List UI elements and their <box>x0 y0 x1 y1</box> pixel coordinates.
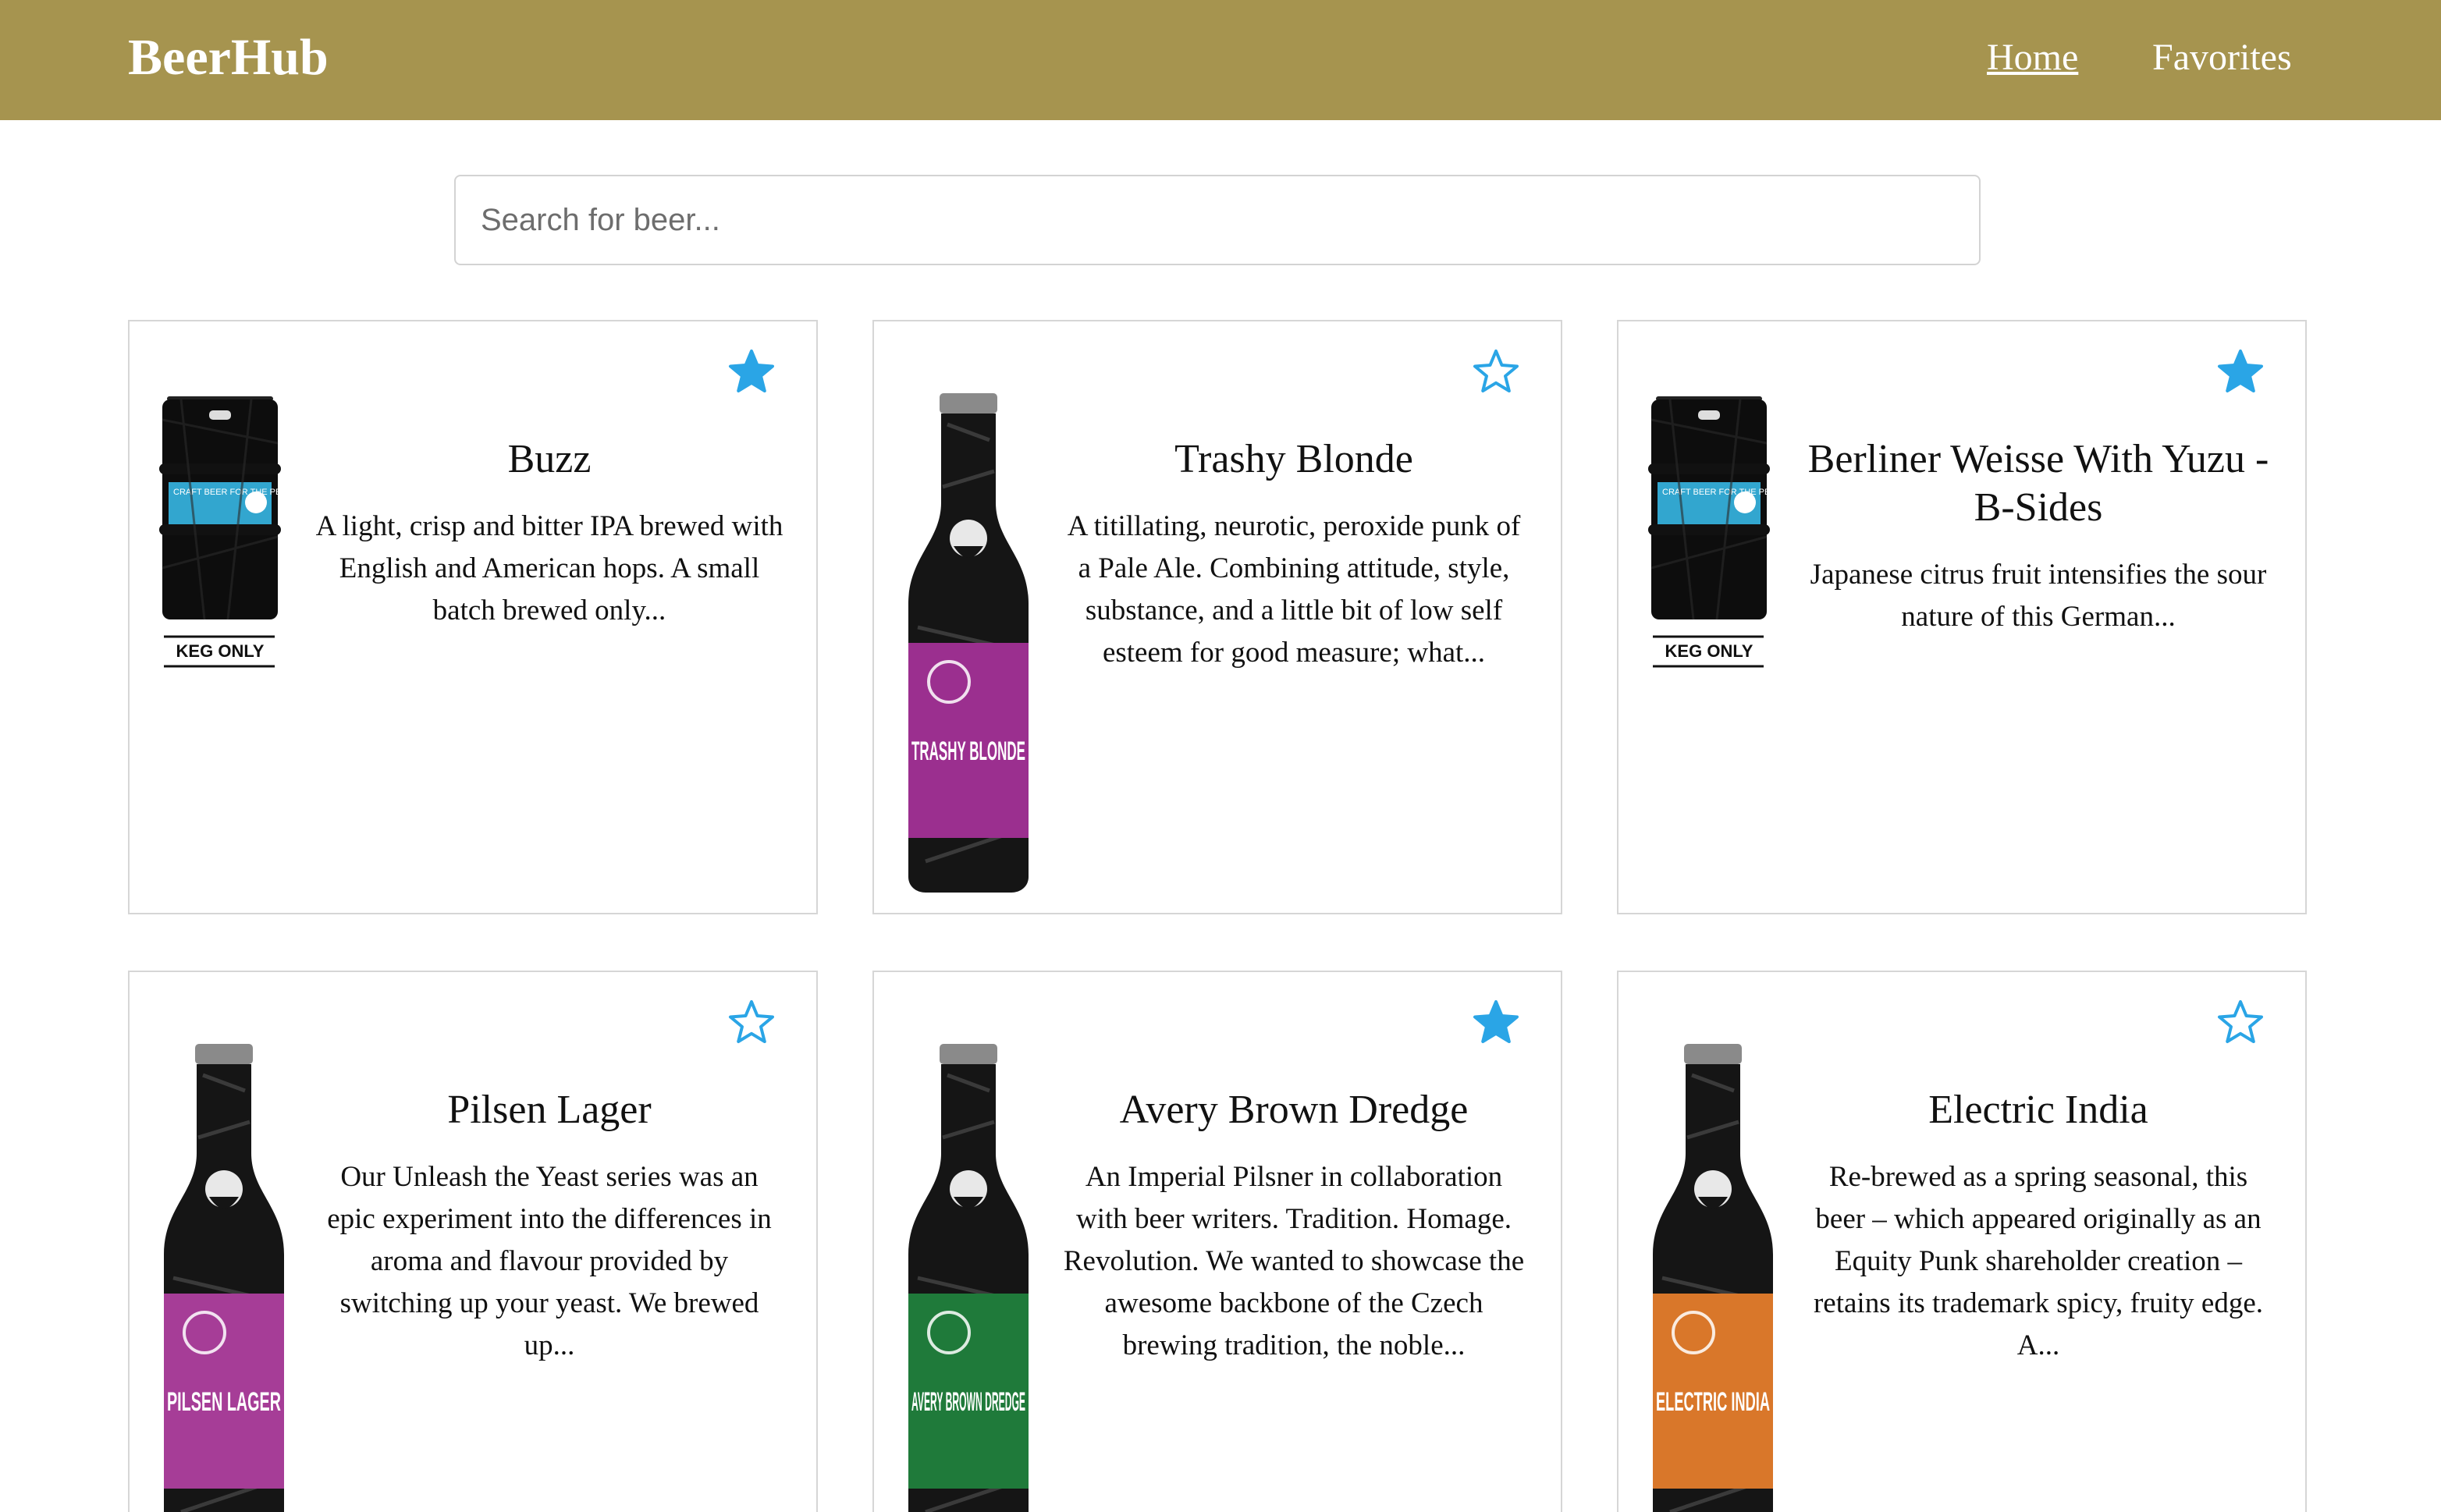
keg-image: CRAFT BEER FOR THE PEOPLEKEG ONLY <box>158 396 304 677</box>
beer-bottle-image: ELECTRIC INDIA <box>1647 1044 1779 1512</box>
card-body: Avery Brown Dredge An Imperial Pilsner in… <box>1060 1086 1528 1367</box>
beer-name[interactable]: Trashy Blonde <box>1060 435 1528 484</box>
star-outline-icon[interactable] <box>2216 999 2265 1047</box>
star-filled-icon[interactable] <box>727 348 776 396</box>
beer-name[interactable]: Electric India <box>1804 1086 2272 1134</box>
nav-home-link[interactable]: Home <box>1987 36 2078 79</box>
keg-image: CRAFT BEER FOR THE PEOPLEKEG ONLY <box>1647 396 1793 677</box>
beer-name[interactable]: Buzz <box>315 435 783 484</box>
beer-name[interactable]: Avery Brown Dredge <box>1060 1086 1528 1134</box>
keg-only-label: KEG ONLY <box>176 641 265 661</box>
beer-bottle-image: TRASHY BLONDE <box>902 393 1035 893</box>
search-input[interactable] <box>454 175 1981 265</box>
beer-name[interactable]: Pilsen Lager <box>315 1086 783 1134</box>
star-outline-icon[interactable] <box>727 999 776 1047</box>
beer-description: An Imperial Pilsner in collaboration wit… <box>1063 1161 1525 1361</box>
card-body: Buzz A light, crisp and bitter IPA brewed… <box>315 435 783 632</box>
card-body: Electric India Re-brewed as a spring seas… <box>1804 1086 2272 1367</box>
beer-description: Japanese citrus fruit intensifies the so… <box>1810 559 2267 633</box>
beer-bottle-image: PILSEN LAGER <box>158 1044 290 1512</box>
beer-description: A light, crisp and bitter IPA brewed wit… <box>315 510 783 626</box>
star-filled-icon[interactable] <box>2216 348 2265 396</box>
beer-card[interactable]: TRASHY BLONDE Trashy Blonde A titillating,… <box>872 320 1562 914</box>
card-body: Berliner Weisse With Yuzu - B-Sides Japan… <box>1804 435 2272 638</box>
bottle-label-text: AVERY BROWN DREDGE <box>911 1387 1025 1417</box>
bottle-label-text: TRASHY BLONDE <box>911 736 1025 766</box>
navbar: BeerHub Home Favorites <box>0 0 2441 120</box>
beer-card[interactable]: ELECTRIC INDIA Electric India Re-brewed as… <box>1617 971 2307 1512</box>
beer-bottle-image: AVERY BROWN DREDGE <box>902 1044 1035 1512</box>
beer-card[interactable]: CRAFT BEER FOR THE PEOPLEKEG ONLYBuzz A l… <box>128 320 818 914</box>
star-filled-icon[interactable] <box>1472 999 1520 1047</box>
beer-card[interactable]: AVERY BROWN DREDGE Avery Brown Dredge An I… <box>872 971 1562 1512</box>
beer-description: Our Unleash the Yeast series was an epic… <box>327 1161 772 1361</box>
keg-only-label: KEG ONLY <box>1665 641 1753 661</box>
card-body: Trashy Blonde A titillating, neurotic, pe… <box>1060 435 1528 674</box>
beer-card[interactable]: CRAFT BEER FOR THE PEOPLEKEG ONLYBerline… <box>1617 320 2307 914</box>
bottle-label-text: ELECTRIC INDIA <box>1656 1387 1770 1417</box>
nav-favorites-link[interactable]: Favorites <box>2152 36 2292 79</box>
star-outline-icon[interactable] <box>1472 348 1520 396</box>
bottle-label-text: PILSEN LAGER <box>167 1387 281 1417</box>
card-body: Pilsen Lager Our Unleash the Yeast series… <box>315 1086 783 1367</box>
beer-description: Re-brewed as a spring seasonal, this bee… <box>1813 1161 2264 1361</box>
beer-description: A titillating, neurotic, peroxide punk o… <box>1067 510 1521 669</box>
brand-logo[interactable]: BeerHub <box>128 28 329 87</box>
beer-card[interactable]: PILSEN LAGER Pilsen Lager Our Unleash the … <box>128 971 818 1512</box>
beer-name[interactable]: Berliner Weisse With Yuzu - B-Sides <box>1804 435 2272 532</box>
